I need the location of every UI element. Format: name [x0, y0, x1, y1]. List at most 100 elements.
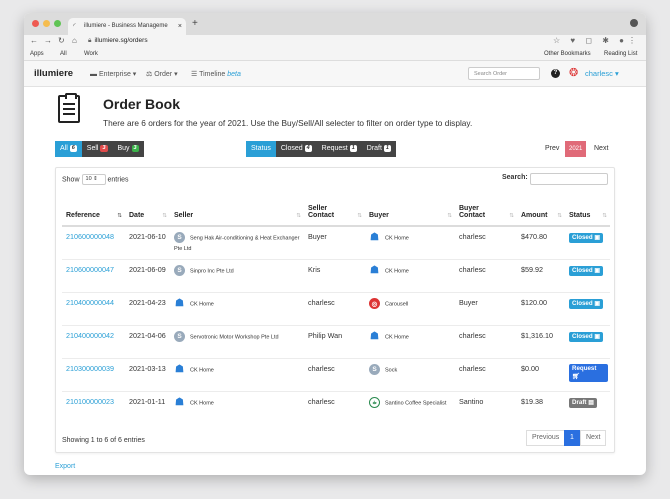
bookmark-apps[interactable]: Apps: [30, 51, 44, 57]
seller-cell[interactable]: ☗ CK Home: [170, 357, 304, 391]
table-row[interactable]: 210600000048 2021-06-10 S Seng Hak Air-cond…: [62, 225, 610, 259]
table-row[interactable]: 210100000023 2021-01-11 ☗ CK Home charlesc ☕︎…: [62, 390, 610, 424]
nav-order[interactable]: ⚖ Order ▾: [146, 70, 178, 78]
order-date: 2021-03-13: [125, 357, 170, 391]
reference-link[interactable]: 210600000047: [62, 258, 125, 292]
col-status[interactable]: Status ⇅: [565, 194, 610, 227]
table-row[interactable]: 210400000044 2021-04-23 ☗ CK Home charlesc ◎ C…: [62, 291, 610, 325]
buyer-cell[interactable]: ☗ CK Home: [365, 225, 455, 259]
user-menu[interactable]: charlesc ▾: [585, 69, 619, 78]
reference-link[interactable]: 210300000039: [62, 357, 125, 391]
pagination-next[interactable]: Next: [580, 430, 607, 446]
status-icon: ▣: [594, 332, 601, 340]
bookmark-work[interactable]: Work: [84, 51, 98, 57]
home-icon[interactable]: ⌂: [72, 36, 77, 45]
browser-menu-icon[interactable]: [630, 19, 638, 27]
minimize-window-button[interactable]: [43, 20, 50, 27]
table-row[interactable]: 210600000047 2021-06-09 S Sinpro Inc Pte Lt…: [62, 258, 610, 292]
status-badge[interactable]: Request 🛒︎: [569, 363, 608, 382]
amount: $470.80: [517, 225, 565, 259]
col-seller[interactable]: Seller ⇅: [170, 194, 304, 227]
status-request-button[interactable]: Request 1: [316, 141, 362, 157]
reference-link[interactable]: 210400000044: [62, 291, 125, 325]
seller-cell[interactable]: S Servotronic Motor Workshop Pte Ltd: [170, 324, 304, 358]
back-icon[interactable]: ←: [30, 36, 38, 45]
browser-tab[interactable]: ◜ illumiere - Business Manageme ×: [68, 18, 186, 35]
amount: $120.00: [517, 291, 565, 325]
table-row[interactable]: 210400000042 2021-04-06 S Servotronic Motor…: [62, 324, 610, 358]
table-search-input[interactable]: [530, 173, 608, 185]
export-link[interactable]: Export: [55, 463, 75, 470]
nav-enterprise[interactable]: ▬ Enterprise ▾: [90, 70, 136, 78]
reference-link[interactable]: 210600000048: [62, 225, 125, 259]
buyer-cell[interactable]: ☗ CK Home: [365, 324, 455, 358]
bookmark-reading-list[interactable]: Reading List: [604, 51, 637, 57]
status-badge[interactable]: Closed ▣: [569, 233, 604, 243]
page-length-select[interactable]: 10 ⇕: [81, 174, 106, 185]
seller-cell[interactable]: ☗ CK Home: [170, 291, 304, 325]
tab-close-icon[interactable]: ×: [178, 18, 182, 35]
maximize-window-button[interactable]: [54, 20, 61, 27]
bookmark-all[interactable]: All: [60, 51, 67, 57]
year-prev-button[interactable]: Prev: [545, 141, 559, 157]
col-seller-contact[interactable]: Seller Contact ⇅: [304, 194, 365, 227]
seller-cell[interactable]: S Sinpro Inc Pte Ltd: [170, 258, 304, 292]
year-next-button[interactable]: Next: [594, 141, 608, 157]
col-buyer-contact-label: Buyer Contact: [459, 205, 486, 219]
filter-all-button[interactable]: All 6: [55, 141, 82, 157]
home-icon: ☗: [370, 264, 379, 276]
status-badge[interactable]: Closed ▣: [569, 298, 604, 309]
year-current[interactable]: 2021: [565, 141, 587, 157]
type-filter-group: All 6 Sell 3 Buy 3: [55, 141, 144, 157]
table-row[interactable]: 210300000039 2021-03-13 ☗ CK Home charlesc S S…: [62, 357, 610, 391]
status-badge[interactable]: Draft ▤: [569, 397, 598, 408]
filter-sell-button[interactable]: Sell 3: [81, 141, 113, 157]
seller-cell[interactable]: S Seng Hak Air-conditioning & Heat Exchan…: [170, 225, 304, 259]
buyer-name: Sock: [385, 366, 398, 373]
buyer-cell[interactable]: ☗ CK Home: [365, 258, 455, 292]
filter-buy-button[interactable]: Buy 3: [112, 141, 144, 157]
pagination-page-1[interactable]: 1: [564, 430, 580, 446]
nav-timeline[interactable]: ☰ Timeline beta: [191, 70, 241, 78]
col-date[interactable]: Date ⇅: [125, 194, 170, 227]
buyer-cell[interactable]: ◎ Carousell: [365, 291, 455, 325]
bookmark-other[interactable]: Other Bookmarks: [544, 51, 591, 57]
extension-icons[interactable]: ☆ ♥ ◻ ✱ ●⋮: [553, 36, 640, 45]
forward-icon[interactable]: →: [44, 36, 52, 45]
carousell-icon: ◎: [369, 297, 380, 309]
buyer-cell[interactable]: S Sock: [365, 357, 455, 391]
col-reference[interactable]: Reference ⇅: [62, 194, 125, 227]
brand-logo[interactable]: illumiere: [34, 68, 73, 79]
url-field[interactable]: 🔒︎ illumiere.sg/orders: [88, 37, 148, 45]
avatar[interactable]: ❂: [569, 67, 578, 79]
help-icon[interactable]: ?: [551, 69, 560, 78]
status-filter-button[interactable]: Status: [246, 141, 276, 157]
reference-link[interactable]: 210400000042: [62, 324, 125, 358]
status-label: Closed: [572, 299, 593, 307]
col-amount[interactable]: Amount ⇅: [517, 194, 565, 227]
col-buyer-contact[interactable]: Buyer Contact ⇅: [455, 194, 517, 227]
close-window-button[interactable]: [32, 20, 39, 27]
order-table: Reference ⇅ Date ⇅ Seller ⇅ Seller Contact ⇅…: [62, 194, 610, 424]
reference-link[interactable]: 210100000023: [62, 390, 125, 424]
buyer-contact: charlesc: [455, 258, 517, 292]
status-closed-button[interactable]: Closed 4: [275, 141, 317, 157]
pagination-previous[interactable]: Previous: [526, 430, 566, 446]
status-badge[interactable]: Closed ▣: [569, 265, 604, 276]
reload-icon[interactable]: ↻: [58, 36, 65, 45]
sort-icon: ⇅: [162, 213, 167, 219]
new-tab-icon[interactable]: +: [192, 18, 198, 29]
status-filter-group: Status Closed 4 Request 1 Draft 1: [246, 141, 396, 157]
sort-icon: ⇅: [296, 213, 301, 219]
status-draft-button[interactable]: Draft 1: [361, 141, 396, 157]
seller-cell[interactable]: ☗ CK Home: [170, 390, 304, 424]
status-badge[interactable]: Closed ▣: [569, 331, 604, 342]
search-order-input[interactable]: Search Order: [468, 67, 540, 80]
col-buyer[interactable]: Buyer ⇅: [365, 194, 455, 227]
sort-icon: ⇅: [447, 213, 452, 219]
status-icon: ▤: [588, 398, 595, 406]
home-icon: ☗: [175, 396, 184, 408]
timeline-icon: ☰: [191, 71, 200, 78]
buyer-cell[interactable]: ☕︎ Santino Coffee Specialist: [365, 390, 455, 424]
sort-icon: ⇅: [509, 213, 514, 219]
